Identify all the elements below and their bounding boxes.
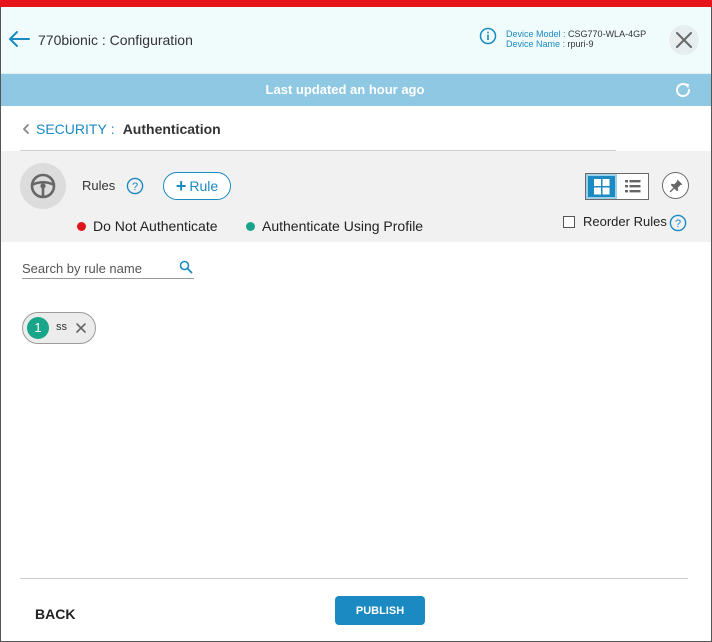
svg-text:?: ? (132, 181, 138, 193)
red-dot-icon (77, 221, 86, 231)
back-arrow-icon[interactable] (7, 29, 31, 49)
reorder-rules-label: Reorder Rules (583, 214, 667, 229)
rule-name: ss (56, 321, 67, 333)
breadcrumb-security-link[interactable]: SECURITY (36, 121, 107, 137)
breadcrumb: SECURITY : Authentication (20, 121, 221, 137)
back-button[interactable]: BACK (35, 606, 75, 622)
grid-icon (594, 179, 610, 195)
rule-number-badge: 1 (27, 317, 49, 339)
remove-rule-icon[interactable] (75, 322, 87, 334)
rule-chip[interactable]: 1 ss (22, 312, 96, 344)
green-dot-icon (246, 221, 255, 231)
device-name-value: rpuri-9 (567, 39, 594, 49)
info-icon[interactable] (479, 27, 497, 45)
add-rule-label: Rule (189, 178, 219, 194)
grid-view-button[interactable] (586, 174, 617, 199)
rules-toolbar: Rules ? + Rule Do Not Authenticate Authe… (1, 151, 711, 242)
breadcrumb-separator: : (110, 121, 115, 137)
add-rule-button[interactable]: + Rule (163, 172, 231, 200)
reorder-help-icon[interactable]: ? (669, 214, 687, 232)
legend-authenticate-using-profile: Authenticate Using Profile (246, 218, 423, 234)
list-icon (625, 180, 641, 193)
breadcrumb-current: Authentication (122, 121, 221, 137)
footer-divider (20, 578, 688, 579)
close-icon (676, 32, 692, 48)
view-toggle (585, 173, 649, 200)
reorder-rules: Reorder Rules (563, 214, 667, 229)
list-view-button[interactable] (617, 174, 648, 199)
legend-do-not-authenticate: Do Not Authenticate (77, 218, 218, 234)
last-updated-text: Last updated an hour ago (265, 82, 425, 97)
page-header: 770bionic : Configuration Device Model :… (1, 7, 711, 74)
rules-help-icon[interactable]: ? (126, 177, 144, 195)
rules-label: Rules (82, 178, 116, 193)
rules-avatar (20, 163, 66, 209)
search-input[interactable] (22, 259, 172, 278)
reorder-rules-checkbox[interactable] (563, 215, 575, 228)
legend-label: Authenticate Using Profile (262, 218, 424, 234)
device-name-label: Device Name : (506, 39, 566, 49)
page-title: 770bionic : Configuration (38, 32, 193, 48)
last-updated-banner: Last updated an hour ago (1, 74, 711, 106)
pin-icon (669, 179, 683, 193)
close-button[interactable] (669, 25, 699, 55)
refresh-icon[interactable] (674, 81, 692, 99)
svg-text:?: ? (675, 218, 681, 230)
steering-wheel-icon (30, 173, 56, 199)
rule-search (22, 259, 194, 279)
pin-button[interactable] (662, 172, 689, 199)
search-icon[interactable] (179, 260, 193, 274)
device-info: Device Model : CSG770-WLA-4GP Device Nam… (506, 29, 646, 49)
device-model-label: Device Model : (506, 29, 566, 39)
device-model-value: CSG770-WLA-4GP (568, 29, 647, 39)
top-accent-stripe (0, 0, 712, 7)
publish-button[interactable]: PUBLISH (335, 596, 425, 625)
legend-label: Do Not Authenticate (93, 218, 218, 234)
chevron-left-icon[interactable] (20, 122, 32, 136)
plus-icon: + (175, 176, 187, 196)
